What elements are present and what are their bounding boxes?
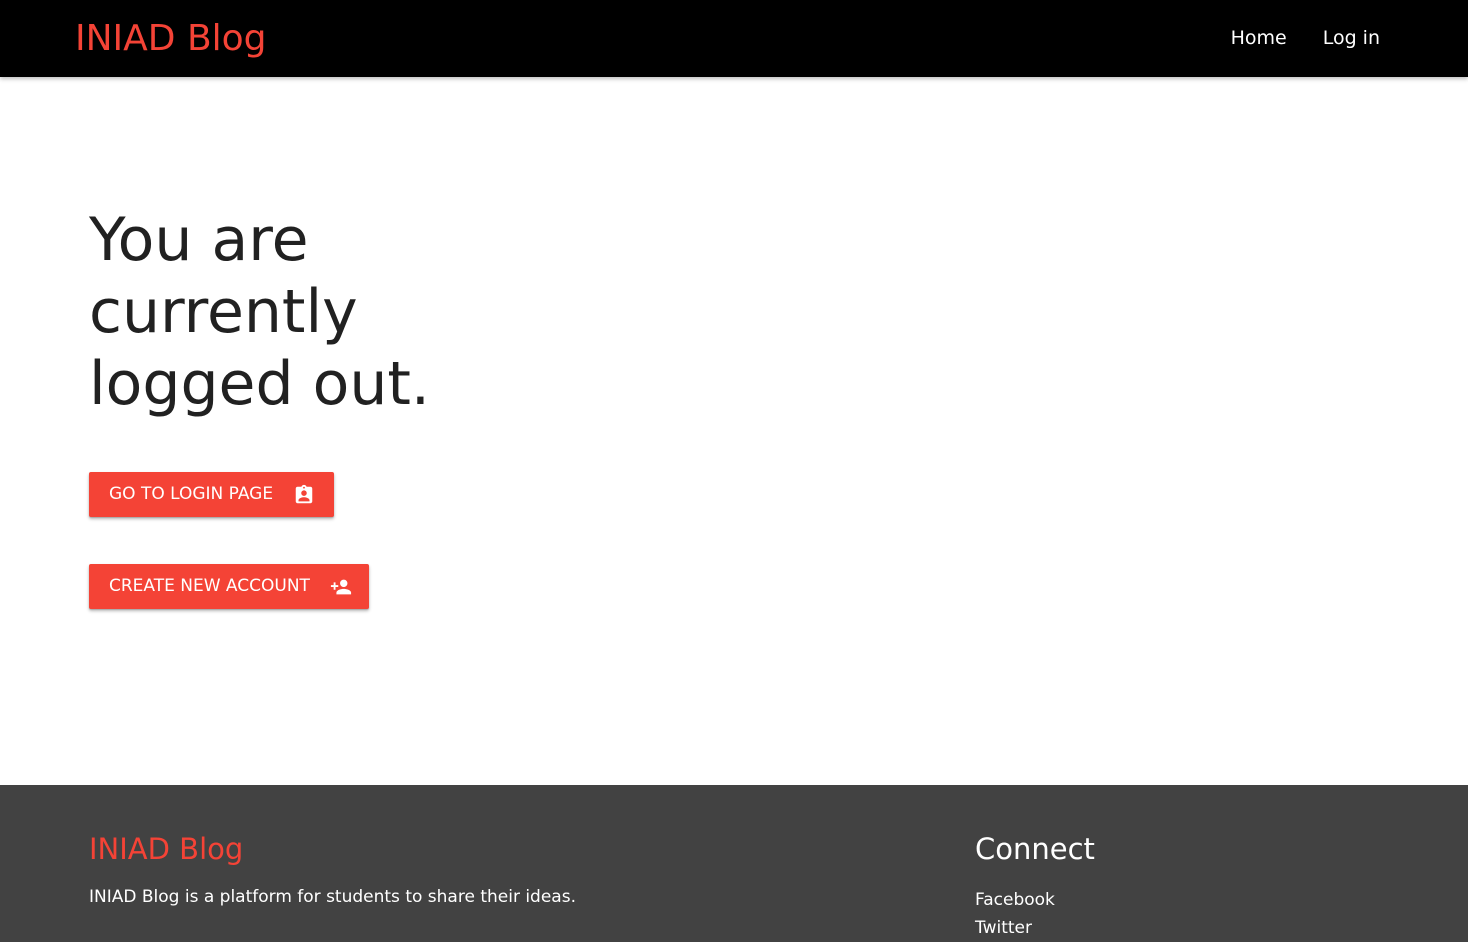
person-add-icon: [330, 576, 352, 598]
go-to-login-button[interactable]: GO TO LOGIN PAGE: [89, 472, 334, 517]
footer-description: INIAD Blog is a platform for students to…: [89, 887, 576, 907]
footer-brand: INIAD Blog: [89, 832, 244, 866]
facebook-link[interactable]: Facebook: [975, 890, 1055, 910]
page-title: You are currently logged out.: [89, 205, 430, 419]
twitter-link[interactable]: Twitter: [975, 918, 1032, 938]
nav-link-login[interactable]: Log in: [1305, 27, 1398, 51]
assignment-ind-icon: [293, 484, 315, 506]
brand-logo-link[interactable]: INIAD Blog: [75, 15, 267, 63]
create-account-label: CREATE NEW ACCOUNT: [109, 576, 310, 596]
footer: INIAD Blog INIAD Blog is a platform for …: [0, 785, 1468, 942]
nav-link-home[interactable]: Home: [1213, 27, 1305, 51]
footer-link-item: Facebook: [975, 886, 1055, 914]
create-account-button[interactable]: CREATE NEW ACCOUNT: [89, 564, 369, 609]
navbar: INIAD Blog Home Log in: [0, 0, 1468, 77]
footer-link-item: Twitter: [975, 914, 1055, 942]
go-to-login-label: GO TO LOGIN PAGE: [109, 484, 274, 504]
footer-connect-title: Connect: [975, 832, 1095, 866]
nav-links: Home Log in: [1213, 0, 1398, 77]
footer-links: Facebook Twitter: [975, 886, 1055, 942]
